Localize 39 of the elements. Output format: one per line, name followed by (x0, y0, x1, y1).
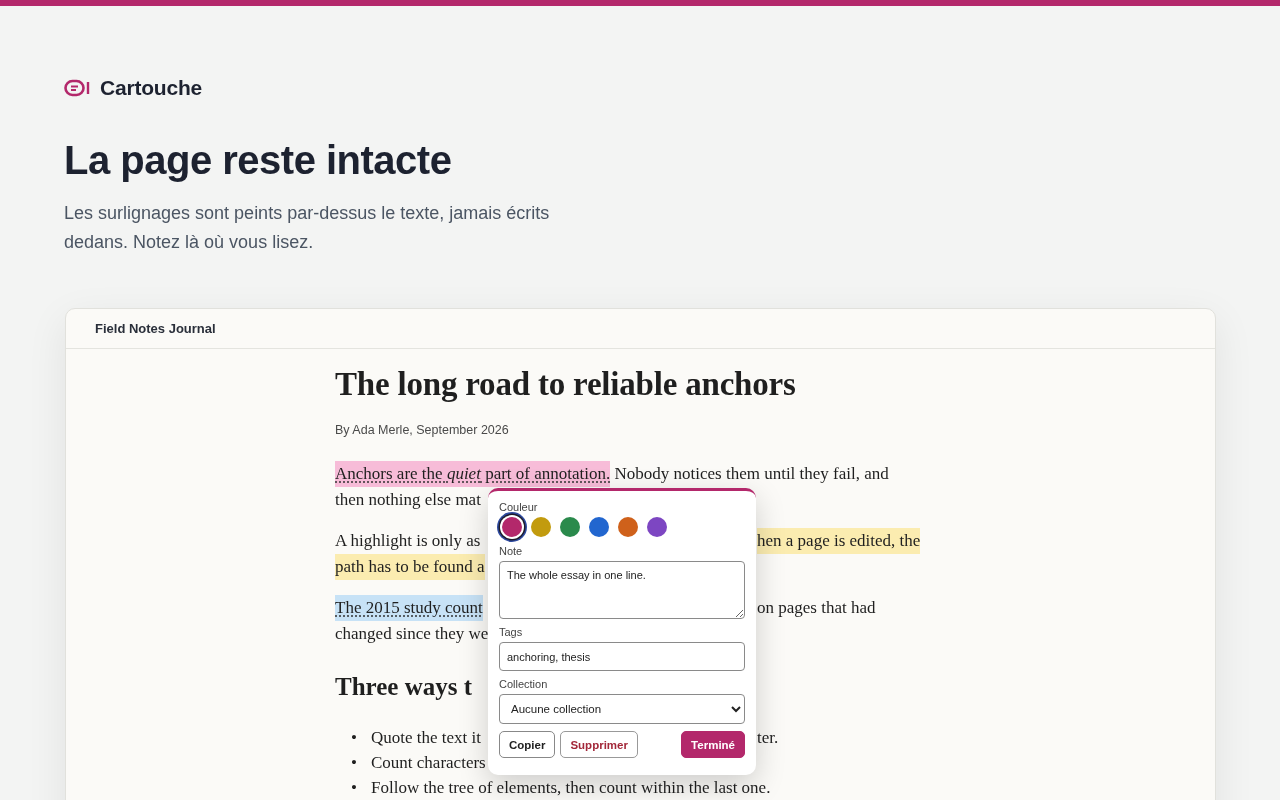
paragraph-text: A highlight is only as (335, 530, 481, 552)
list-item-text: ter. (757, 727, 780, 749)
color-swatch[interactable] (618, 517, 638, 537)
list-item-text: Count characters (371, 752, 487, 774)
color-swatch[interactable] (560, 517, 580, 537)
field-label: Couleur (499, 501, 539, 513)
annotated-highlight[interactable]: Anchors are the quiet part of annotation. (335, 461, 611, 487)
delete-button[interactable]: Supprimer (560, 731, 638, 758)
paragraph-text: Nobody notices them until they fail, and (613, 463, 889, 485)
highlighted-text[interactable]: hen a page is edited, the (757, 528, 921, 554)
done-button[interactable]: Terminé (681, 731, 745, 758)
collection-select[interactable]: Aucune collection (499, 694, 745, 724)
byline: By Ada Merle, September 2026 (335, 423, 510, 437)
logo-icon (64, 79, 90, 97)
bullet: • (351, 777, 358, 799)
annotated-highlight[interactable]: The 2015 study count (335, 595, 483, 621)
page-subtitle: Les surlignages sont peints par-dessus le texte, jamais écrits dedans. Notez là où vous lisez. (64, 202, 551, 254)
highlighted-text[interactable]: path has to be found a (335, 554, 485, 580)
field-label: Note (499, 545, 524, 557)
color-swatch[interactable] (589, 517, 609, 537)
note-field[interactable]: The whole essay in one line. (499, 561, 745, 619)
field-label: Collection (499, 678, 549, 690)
color-swatch[interactable] (531, 517, 551, 537)
color-swatch[interactable] (647, 517, 667, 537)
list-item-text: Follow the tree of elements, then count within the last one. (371, 777, 772, 799)
bullet: • (351, 752, 358, 774)
field-label: Tags (499, 626, 524, 638)
card-title: Field Notes Journal (95, 321, 216, 336)
copy-button[interactable]: Copier (499, 731, 556, 758)
brand-name: Cartouche (100, 76, 203, 100)
page-title: La page reste intacte (64, 138, 453, 183)
paragraph-text: then nothing else mat (335, 489, 481, 511)
tags-field[interactable]: anchoring, thesis (499, 642, 745, 671)
article-title: The long road to reliable anchors (335, 366, 797, 403)
list-item-text: Quote the text it (371, 727, 482, 749)
paragraph-text: on pages that had (757, 597, 876, 619)
bullet: • (351, 727, 358, 749)
paragraph-text: changed since they we (335, 623, 489, 645)
section-heading: Three ways t (335, 672, 473, 702)
